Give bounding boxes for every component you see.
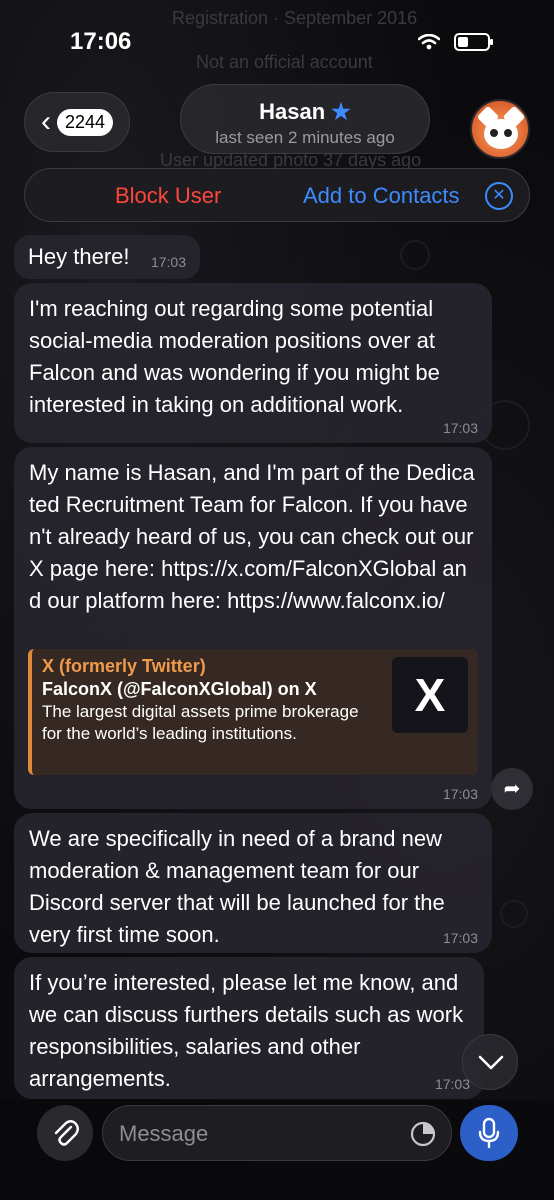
message-text: We are specifically in need of a brand n… [29, 826, 445, 947]
close-icon[interactable]: ✕ [485, 182, 513, 210]
message-time: 17:03 [150, 254, 186, 270]
chevron-left-icon: ‹ [41, 105, 51, 138]
message-text: I'm reaching out regarding some potentia… [29, 296, 440, 417]
message-text: Hey there! [28, 244, 130, 269]
scroll-down-button[interactable] [462, 1034, 518, 1090]
status-time: 17:06 [70, 28, 132, 55]
contact-action-bar: Block User Add to Contacts ✕ [24, 168, 530, 222]
microphone-icon [478, 1117, 500, 1149]
chat-title[interactable]: Hasan ★ last seen 2 minutes ago [180, 84, 430, 154]
message-time: 17:03 [442, 420, 478, 436]
registration-info: Registration · September 2016 [172, 8, 418, 28]
unread-count-badge: 2244 [57, 108, 114, 136]
message-time: 17:03 [434, 1076, 470, 1092]
battery-icon [454, 33, 493, 51]
message-text: If you’re interested, please let me know… [29, 970, 464, 1091]
message-input-container [102, 1105, 452, 1161]
microphone-button[interactable] [460, 1105, 518, 1161]
chevron-down-icon [478, 1055, 504, 1070]
avatar[interactable] [470, 99, 530, 159]
message-bubble[interactable]: If you’re interested, please let me know… [14, 957, 484, 1099]
contact-name: Hasan [259, 99, 326, 124]
paperclip-icon [54, 1120, 79, 1146]
message-bubble[interactable]: Hey there! 17:03 [14, 235, 200, 279]
star-icon: ★ [331, 99, 351, 124]
status-icons [418, 33, 493, 51]
message-text: My name is Hasan, and I'm part of the De… [29, 460, 475, 613]
back-button[interactable]: ‹ 2244 [24, 92, 130, 152]
attach-button[interactable] [37, 1105, 93, 1161]
last-seen-status: last seen 2 minutes ago [215, 128, 395, 147]
add-to-contacts-button[interactable]: Add to Contacts [303, 183, 460, 209]
block-user-button[interactable]: Block User [115, 183, 221, 209]
x-logo-icon: X [392, 657, 468, 733]
message-bubble[interactable]: My name is Hasan, and I'm part of the De… [14, 447, 492, 809]
share-icon[interactable]: ➦ [491, 768, 533, 810]
wifi-icon [418, 34, 440, 50]
sticker-icon[interactable] [409, 1120, 437, 1148]
message-time: 17:03 [442, 930, 478, 946]
message-bubble[interactable]: We are specifically in need of a brand n… [14, 813, 492, 953]
message-bubble[interactable]: I'm reaching out regarding some potentia… [14, 283, 492, 443]
message-input[interactable] [119, 1118, 389, 1150]
official-account-info: Not an official account [196, 52, 373, 72]
message-time: 17:03 [442, 786, 478, 802]
link-preview-description: The largest digital assets prime brokera… [42, 702, 359, 743]
link-preview[interactable]: X (formerly Twitter) FalconX (@FalconXGl… [28, 649, 478, 775]
